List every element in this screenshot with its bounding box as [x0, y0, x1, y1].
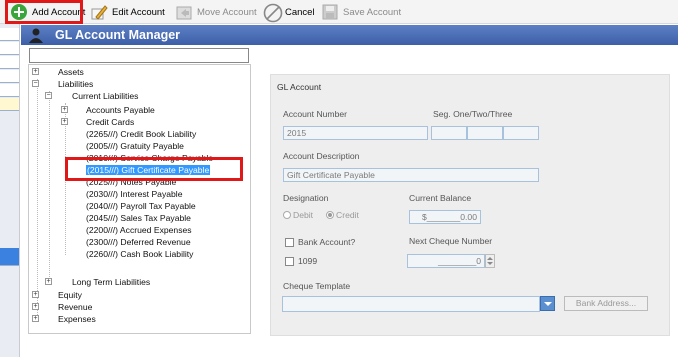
segment-label: Seg. One/Two/Three — [433, 109, 513, 119]
next-cheque-label: Next Cheque Number — [409, 236, 493, 246]
debit-label: Debit — [293, 210, 314, 220]
expand-toggle[interactable]: + — [61, 118, 68, 125]
account-description-field[interactable]: Gift Certificate Payable — [283, 168, 539, 182]
side-item[interactable] — [0, 98, 19, 111]
tree-node-expenses[interactable]: Expenses — [58, 313, 96, 325]
accountant-icon — [27, 27, 45, 43]
expand-toggle[interactable]: + — [61, 106, 68, 113]
side-item-active[interactable] — [0, 248, 19, 266]
add-account-highlight — [5, 0, 83, 24]
account-tree: + Assets − Liabilities − Current Liabili… — [28, 64, 251, 334]
bank-account-label: Bank Account? — [298, 237, 356, 247]
expand-toggle[interactable]: + — [45, 278, 52, 285]
edit-pencil-icon — [90, 3, 108, 21]
bank-account-checkbox[interactable] — [285, 238, 294, 247]
account-number-label: Account Number — [283, 109, 348, 119]
expand-toggle[interactable]: + — [32, 303, 39, 310]
segment-two-field[interactable] — [467, 126, 503, 140]
save-account-label: Save Account — [343, 6, 402, 18]
side-panel — [0, 24, 20, 357]
next-cheque-field[interactable]: ________0 — [407, 254, 485, 268]
tree-leaf[interactable]: (2200///) Accrued Expenses — [86, 224, 192, 236]
account-description-label: Account Description — [283, 151, 360, 161]
cheque-template-select[interactable] — [282, 296, 540, 312]
segment-three-field[interactable] — [503, 126, 539, 140]
move-account-label: Move Account — [197, 6, 257, 18]
tree-node-credit-cards[interactable]: Credit Cards — [86, 116, 134, 128]
segment-one-field[interactable] — [431, 126, 467, 140]
window-title: GL Account Manager — [55, 28, 181, 42]
selected-account-highlight — [65, 157, 243, 181]
tree-node-long-term-liabilities[interactable]: Long Term Liabilities — [72, 276, 150, 288]
tree-leaf[interactable]: (2005///) Gratuity Payable — [86, 140, 184, 152]
tree-search-input[interactable] — [29, 48, 249, 63]
cheque-template-label: Cheque Template — [283, 281, 351, 291]
current-balance-field[interactable]: $_______0.00 — [409, 210, 481, 224]
label-1099: 1099 — [298, 256, 318, 266]
expand-toggle[interactable]: + — [32, 291, 39, 298]
tree-leaf[interactable]: (2040///) Payroll Tax Payable — [86, 200, 196, 212]
expand-toggle[interactable]: + — [32, 315, 39, 322]
tree-node-equity[interactable]: Equity — [58, 289, 82, 301]
designation-label: Designation — [283, 193, 329, 203]
tree-node-liabilities[interactable]: Liabilities — [58, 78, 93, 90]
side-item[interactable] — [0, 56, 19, 69]
tree-leaf[interactable]: (2030///) Interest Payable — [86, 188, 183, 200]
tree-node-revenue[interactable]: Revenue — [58, 301, 92, 313]
bank-address-button[interactable]: Bank Address... — [564, 296, 648, 311]
window-title-bar: GL Account Manager — [21, 25, 678, 45]
gl-account-form: GL Account Account Number Seg. One/Two/T… — [270, 74, 670, 336]
credit-radio[interactable] — [326, 211, 334, 219]
move-icon — [175, 3, 193, 21]
tree-leaf[interactable]: (2260///) Cash Book Liability — [86, 248, 193, 260]
debit-radio[interactable] — [283, 211, 291, 219]
side-item[interactable] — [0, 28, 19, 41]
tree-node-accounts-payable[interactable]: Accounts Payable — [86, 104, 155, 116]
side-item[interactable] — [0, 84, 19, 97]
side-item[interactable] — [0, 70, 19, 83]
credit-label: Credit — [336, 210, 359, 220]
collapse-toggle[interactable]: − — [45, 92, 52, 99]
checkbox-1099[interactable] — [285, 257, 294, 266]
save-account-button[interactable]: Save Account — [317, 1, 405, 23]
tree-node-current-liabilities[interactable]: Current Liabilities — [72, 90, 138, 102]
cancel-icon — [263, 3, 283, 23]
tree-leaf[interactable]: (2300///) Deferred Revenue — [86, 236, 191, 248]
section-title: GL Account — [277, 82, 322, 92]
account-number-field[interactable]: 2015 — [283, 126, 428, 140]
current-balance-label: Current Balance — [409, 193, 472, 203]
tree-leaf[interactable]: (2265///) Credit Book Liability — [86, 128, 196, 140]
cheque-number-spinner[interactable] — [485, 254, 495, 268]
expand-toggle[interactable]: + — [32, 68, 39, 75]
save-icon — [321, 3, 339, 21]
tree-leaf[interactable]: (2045///) Sales Tax Payable — [86, 212, 191, 224]
move-account-button[interactable]: Move Account — [171, 1, 261, 23]
side-item[interactable] — [0, 42, 19, 55]
edit-account-button[interactable]: Edit Account — [86, 1, 169, 23]
cancel-label: Cancel — [285, 6, 315, 18]
toolbar: Add Account Edit Account Move Account Ca… — [0, 0, 678, 24]
edit-account-label: Edit Account — [112, 6, 165, 18]
cancel-button[interactable]: Cancel — [259, 1, 319, 23]
collapse-toggle[interactable]: − — [32, 80, 39, 87]
chevron-down-icon[interactable] — [540, 296, 555, 311]
tree-node-assets[interactable]: Assets — [58, 66, 84, 78]
